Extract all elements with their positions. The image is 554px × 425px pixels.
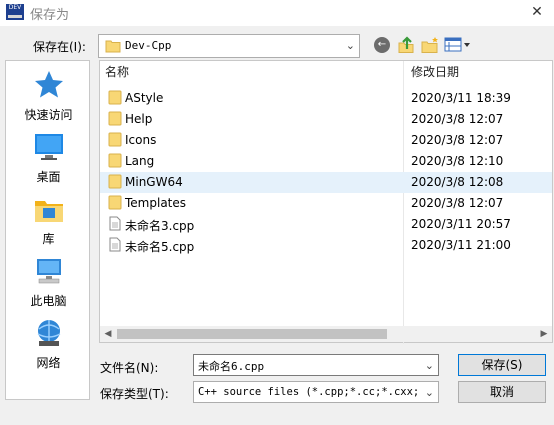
chevron-down-icon[interactable]: ⌄: [425, 359, 434, 372]
place-label: 桌面: [36, 170, 61, 184]
scrollbar-thumb[interactable]: [117, 329, 387, 339]
place-desktop[interactable]: 桌面: [6, 131, 91, 185]
file-date: 2020/3/8 12:08: [411, 175, 504, 189]
filename-value: 未命名6.cpp: [198, 360, 265, 373]
file-name: AStyle: [125, 91, 164, 105]
library-icon: [34, 201, 63, 222]
cancel-button[interactable]: 取消: [458, 381, 546, 403]
list-item-selected[interactable]: MinGW64 2020/3/8 12:08: [100, 172, 552, 193]
close-button[interactable]: ✕: [520, 0, 554, 26]
scroll-right-icon[interactable]: ▶: [536, 326, 552, 342]
place-this-pc[interactable]: 此电脑: [6, 255, 91, 309]
quick-access-star-icon: [34, 71, 63, 98]
list-item[interactable]: AStyle 2020/3/11 18:39: [100, 88, 552, 109]
folder-icon: [108, 132, 122, 147]
place-quick-access[interactable]: 快速访问: [6, 69, 91, 123]
scroll-left-icon[interactable]: ◀: [100, 326, 116, 342]
save-in-value: Dev-Cpp: [125, 39, 172, 52]
list-item[interactable]: 未命名3.cpp 2020/3/11 20:57: [100, 214, 552, 235]
place-label: 库: [42, 232, 55, 246]
desktop-icon: [34, 134, 63, 160]
file-name: 未命名3.cpp: [125, 219, 195, 233]
file-name: Icons: [125, 133, 157, 147]
file-date: 2020/3/11 20:57: [411, 217, 511, 231]
place-label: 此电脑: [30, 294, 67, 308]
folder-icon: [105, 40, 121, 53]
file-icon: [109, 216, 121, 231]
folder-icon: [108, 195, 122, 210]
place-label: 快速访问: [24, 108, 73, 122]
chevron-down-icon: ⌄: [424, 386, 434, 399]
column-header-name[interactable]: 名称: [105, 61, 129, 83]
save-in-dropdown[interactable]: Dev-Cpp ⌄: [98, 34, 360, 58]
filename-input[interactable]: 未命名6.cpp ⌄: [193, 354, 439, 376]
filetype-value: C++ source files (*.cpp;*.cc;*.cxx;*.c++…: [198, 386, 418, 398]
new-folder-icon[interactable]: [420, 35, 440, 55]
column-header-modified[interactable]: 修改日期: [411, 61, 459, 83]
folder-icon: [108, 174, 122, 189]
back-button[interactable]: ←: [374, 37, 390, 53]
places-bar: 快速访问 桌面 库 此电脑 网络: [5, 60, 90, 400]
file-date: 2020/3/11 21:00: [411, 238, 511, 252]
filetype-dropdown[interactable]: C++ source files (*.cpp;*.cc;*.cxx;*.c++…: [193, 381, 439, 403]
file-date: 2020/3/8 12:07: [411, 133, 504, 147]
up-one-level-icon[interactable]: [396, 35, 416, 55]
window-title: 保存为: [30, 8, 70, 23]
list-item[interactable]: Lang 2020/3/8 12:10: [100, 151, 552, 172]
file-name: MinGW64: [125, 175, 183, 189]
file-date: 2020/3/11 18:39: [411, 91, 511, 105]
app-icon-text: DEV: [8, 4, 22, 11]
horizontal-scrollbar[interactable]: ◀ ▶: [100, 326, 552, 342]
file-name: Help: [125, 112, 153, 126]
list-item[interactable]: Icons 2020/3/8 12:07: [100, 130, 552, 151]
list-item[interactable]: 未命名5.cpp 2020/3/11 21:00: [100, 235, 552, 256]
filetype-label: 保存类型(T):: [100, 387, 169, 401]
filename-label: 文件名(N):: [100, 361, 159, 375]
close-icon: ✕: [531, 4, 543, 20]
file-date: 2020/3/8 12:07: [411, 196, 504, 210]
file-date: 2020/3/8 12:10: [411, 154, 504, 168]
list-item[interactable]: Templates 2020/3/8 12:07: [100, 193, 552, 214]
dev-cpp-app-icon: DEV: [6, 4, 24, 20]
list-item[interactable]: Help 2020/3/8 12:07: [100, 109, 552, 130]
file-name: 未命名5.cpp: [125, 240, 195, 254]
file-list[interactable]: 名称 修改日期 AStyle 2020/3/11 18:39 Help 2020…: [99, 60, 553, 344]
chevron-down-icon: ⌄: [345, 39, 355, 52]
file-date: 2020/3/8 12:07: [411, 112, 504, 126]
save-in-label: 保存在(I):: [33, 40, 86, 54]
back-arrow-icon: ←: [377, 39, 387, 50]
folder-icon: [108, 111, 122, 126]
place-network[interactable]: 网络: [6, 317, 91, 371]
network-icon: [37, 320, 60, 346]
folder-icon: [108, 153, 122, 168]
save-button[interactable]: 保存(S): [458, 354, 546, 376]
title-bar: DEV 保存为 ✕: [0, 0, 554, 26]
place-libraries[interactable]: 库: [6, 193, 91, 247]
this-pc-icon: [36, 259, 61, 284]
file-icon: [109, 237, 121, 252]
place-label: 网络: [36, 356, 61, 370]
view-menu-icon[interactable]: [444, 36, 472, 54]
file-name: Templates: [125, 196, 187, 210]
file-name: Lang: [125, 154, 155, 168]
folder-icon: [108, 90, 122, 105]
